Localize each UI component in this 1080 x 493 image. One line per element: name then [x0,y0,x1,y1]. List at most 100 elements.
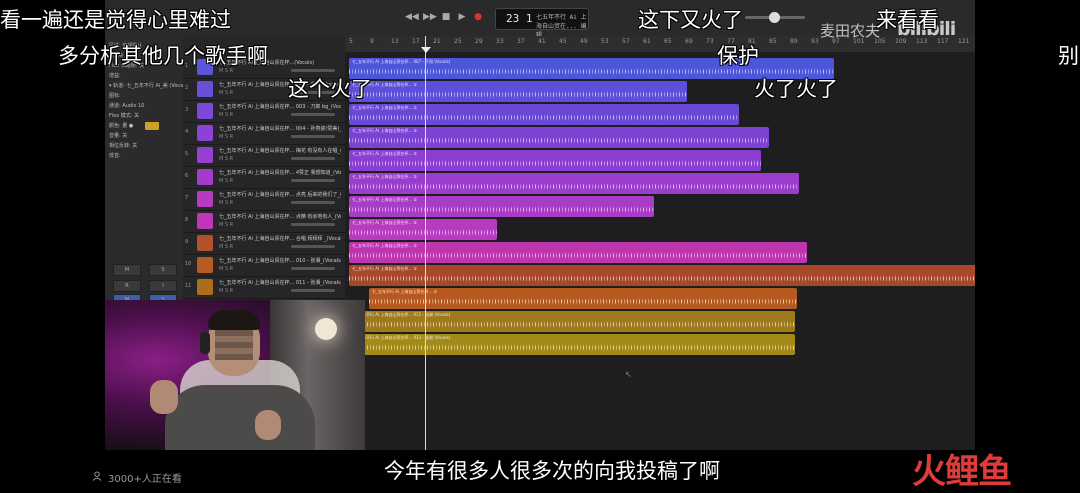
audio-region[interactable]: 七_五年不行 Ai 上海自山贸在杯... ② [349,127,769,148]
track-name[interactable]: 七_五年不行 Ai 上海自山贸在杯... 003 - 刀郎 bg_(Vocals… [219,103,341,110]
record-icon[interactable]: ● [473,12,483,22]
track-name[interactable]: 七_五年不行 Ai 上海自山贸在杯... 4赞正 我想知道_(Vocals) [219,169,341,176]
track-icon[interactable] [197,147,213,163]
inspector-row[interactable]: ▾ 轨道: 七_五年不行 Ai_美 (Vocals) [109,82,189,89]
track-icon[interactable] [197,279,213,295]
track-icon[interactable] [197,81,213,97]
inspector-row[interactable]: 图标: [109,92,121,99]
track-volume-fader[interactable] [291,289,335,292]
track-header[interactable]: 5 七_五年不行 Ai 上海自山贸在杯... 梅花 有没有人在唱_(Vocals)… [183,144,345,167]
audio-region[interactable]: 七_五年不行 Ai 上海自山贸在杯... ② [349,81,687,102]
ruler-tick: 45 [559,38,567,45]
track-name[interactable]: 七_五年不行 Ai 上海自山贸在杯... 011 - 张湘_(Vocals) [219,279,341,286]
ruler-tick: 93 [811,38,819,45]
track-volume-fader[interactable] [291,223,335,226]
audio-region[interactable]: 七_五年不行 Ai 上海自山贸在杯... ② [349,265,975,286]
track-volume-fader[interactable] [291,157,335,160]
inspector-row[interactable]: 相位反转: 关 [109,142,137,149]
playhead[interactable] [425,36,426,450]
mute-solo-buttons[interactable]: M S R [219,244,233,250]
lcd-display: 23 1 七五年不行 Ai 上海自山贸在... 编辑 [495,8,589,39]
audio-region[interactable]: 七_五年不行 Ai 上海自山贸在杯... ② [349,219,497,240]
channel-strip-button[interactable]: I [149,280,177,292]
track-header[interactable]: 6 七_五年不行 Ai 上海自山贸在杯... 4赞正 我想知道_(Vocals) M… [183,166,345,189]
track-header[interactable]: 11 七_五年不行 Ai 上海自山贸在杯... 011 - 张湘_(Vocals)… [183,276,345,299]
ruler-tick: 29 [475,38,483,45]
audio-region[interactable]: 七_五年不行 Ai 上海自山贸在杯... ② [349,196,654,217]
inspector-row[interactable]: 通道: Audio 10 [109,102,144,109]
channel-strip-button[interactable]: R [113,280,141,292]
danmaku-comment: 这下又火了 [638,8,743,32]
master-volume-knob[interactable] [769,12,780,23]
danmaku-comment: 多分析其他几个歌手啊 [58,44,268,68]
audio-region[interactable]: 七_五年不行 Ai 上海自山贸在杯... ② [349,104,739,125]
track-name[interactable]: 七_五年不行 Ai 上海自山贸在杯... 点亮 后来的我们了_(Vocals) [219,191,341,198]
track-header[interactable]: 10 七_五年不行 Ai 上海自山贸在杯... 010 - 张湘_(Vocals)… [183,254,345,277]
channel-strip-button[interactable]: S [149,264,177,276]
track-icon[interactable] [197,103,213,119]
audio-region[interactable]: 七_五年不行 Ai 上海自山贸在杯... ② [349,242,807,263]
playhead-cap[interactable] [421,47,431,53]
forward-icon[interactable]: ▶▶ [423,12,437,22]
track-header[interactable]: 7 七_五年不行 Ai 上海自山贸在杯... 点亮 后来的我们了_(Vocals)… [183,188,345,211]
timeline-ruler[interactable]: 5 9 13 17 21 25 29 33 37 41 45 49 53 57 61 65 69 73 77 81 85… [345,36,975,53]
track-number: 3 [185,107,189,113]
inspector-row[interactable]: Flex 模式: 关 [109,112,139,119]
mute-solo-buttons[interactable]: M S R [219,200,233,206]
channel-strip-button[interactable]: M [113,264,141,276]
mute-solo-buttons[interactable]: M S R [219,288,233,294]
audio-region[interactable]: 七_五年不行 Ai 上海自山贸在杯... ② [349,173,799,194]
track-icon[interactable] [197,191,213,207]
track-header[interactable]: 8 七_五年不行 Ai 上海自山贸在杯... 点精 有余地有人_(Vocals) M… [183,210,345,233]
track-name[interactable]: 七_五年不行 Ai 上海自山贸在杯... 梅花 有没有人在唱_(Vocals) [219,147,341,154]
mute-solo-buttons[interactable]: M S R [219,134,233,140]
audio-region[interactable]: 七_五年不行 Ai 上海自山贸在杯... 011 - 张湘 (Vocals) [349,311,795,332]
rewind-icon[interactable]: ◀◀ [405,12,419,22]
waveform [349,89,687,100]
track-volume-fader[interactable] [291,267,335,270]
track-header[interactable]: 3 七_五年不行 Ai 上海自山贸在杯... 003 - 刀郎 bg_(Vocal… [183,100,345,123]
track-name[interactable]: 七_五年不行 Ai 上海自山贸在杯... 004 - 孙燕姿(赞美)_(Voca… [219,125,341,132]
track-icon[interactable] [197,257,213,273]
track-volume-fader[interactable] [291,135,335,138]
track-volume-fader[interactable] [291,113,335,116]
track-volume-fader[interactable] [291,179,335,182]
uploader-watermark: 麦田农夫 [820,22,881,40]
track-icon[interactable] [197,235,213,251]
mute-solo-buttons[interactable]: M S R [219,156,233,162]
track-icon[interactable] [197,125,213,141]
arrange-area[interactable]: 七_五年不行 Ai 上海自山贸在杯... 007 - 千阳 (Vocals) 七_… [345,52,975,450]
mute-solo-buttons[interactable]: M S R [219,90,233,96]
track-volume-fader[interactable] [291,201,335,204]
inspector-row[interactable]: 低音: [109,152,121,159]
track-header[interactable]: 9 七_五年不行 Ai 上海自山贸在杯... 合唱 拜拜拜 _(Vocals) M … [183,232,345,255]
track-icon[interactable] [197,213,213,229]
mute-solo-buttons[interactable]: M S R [219,178,233,184]
track-color-swatch[interactable] [145,122,159,130]
waveform [349,158,761,169]
track-name[interactable]: 七_五年不行 Ai 上海自山贸在杯... 合唱 拜拜拜 _(Vocals) [219,235,341,242]
play-icon[interactable]: ▶ [457,12,467,22]
mute-solo-buttons[interactable]: M S R [219,266,233,272]
mute-solo-buttons[interactable]: M S R [219,222,233,228]
ruler-tick: 25 [454,38,462,45]
ruler-tick: 65 [664,38,672,45]
inspector-row[interactable]: 增益: [109,72,121,79]
track-icon[interactable] [197,169,213,185]
inspector-row[interactable]: 颜色: 量 ● [109,122,133,129]
region-label: 七_五年不行 Ai 上海自山贸在杯... ② [352,128,418,133]
audio-region[interactable]: 七_五年不行 Ai 上海自山贸在杯... ② [349,150,761,171]
track-name[interactable]: 七_五年不行 Ai 上海自山贸在杯... 点精 有余地有人_(Vocals) [219,213,341,220]
audio-region[interactable]: 七_五年不行 Ai 上海自山贸在杯... 012 - 张湘 (Vocals) [349,334,795,355]
track-header[interactable]: 4 七_五年不行 Ai 上海自山贸在杯... 004 - 孙燕姿(赞美)_(Voc… [183,122,345,145]
track-volume-fader[interactable] [291,69,335,72]
stop-icon[interactable]: ■ [441,12,451,22]
region-label: 七_五年不行 Ai 上海自山贸在杯... 007 - 千阳 (Vocals) [352,59,451,64]
mute-solo-buttons[interactable]: M S R [219,112,233,118]
track-name[interactable]: 七_五年不行 Ai 上海自山贸在杯... 010 - 张湘_(Vocals) [219,257,341,264]
track-volume-fader[interactable] [291,245,335,248]
ruler-tick: 49 [580,38,588,45]
audio-region[interactable]: 七_五年不行 Ai 上海自山贸在杯... ② [369,288,797,309]
region-label: 七_五年不行 Ai 上海自山贸在杯... 011 - 张湘 (Vocals) [352,312,451,317]
inspector-row[interactable]: 音量: 关 [109,132,127,139]
